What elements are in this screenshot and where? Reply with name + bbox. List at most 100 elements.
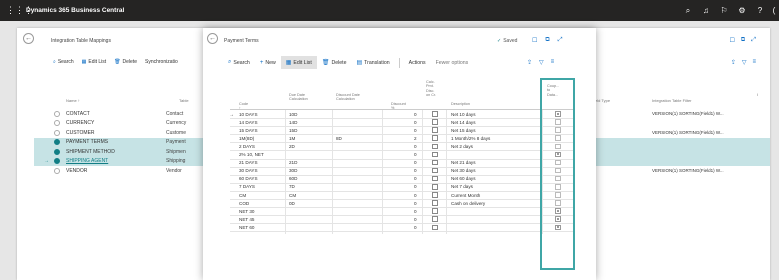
code-cell[interactable]: CM: [239, 193, 246, 198]
description-cell[interactable]: Net 30 days: [451, 168, 476, 173]
description-cell[interactable]: Net 60 days: [451, 176, 476, 181]
table-row[interactable]: COD 0D Cash on delivery 0: [230, 199, 575, 209]
expand-icon[interactable]: ⤢: [751, 37, 756, 44]
discount-pct-cell[interactable]: 0: [414, 184, 417, 189]
code-cell[interactable]: 14 DAYS: [239, 120, 258, 125]
bg-delete-button[interactable]: 🗑 Delete: [114, 59, 137, 65]
table-row[interactable]: NET 60 0: [230, 223, 575, 233]
calc-pmt-disc-checkbox[interactable]: [432, 143, 438, 150]
due-date-cell[interactable]: 2D: [289, 144, 295, 149]
code-cell[interactable]: 21 DAYS: [239, 160, 258, 165]
code-cell[interactable]: 10 DAYS: [239, 112, 258, 117]
discount-pct-cell[interactable]: 2: [414, 136, 417, 141]
share-icon[interactable]: ⇪: [731, 59, 736, 66]
delete-button[interactable]: 🗑 Delete: [317, 56, 352, 69]
help-icon[interactable]: ?: [751, 6, 769, 15]
discount-pct-cell[interactable]: 0: [414, 160, 417, 165]
discount-pct-cell[interactable]: 0: [414, 168, 417, 173]
col-table-header[interactable]: Table: [179, 98, 189, 103]
discount-pct-cell[interactable]: 0: [414, 193, 417, 198]
app-launcher-icon[interactable]: ⋮⋮⋮: [6, 5, 33, 16]
calc-pmt-disc-checkbox[interactable]: [432, 111, 438, 117]
due-date-cell[interactable]: 0D: [289, 201, 295, 206]
col-discount-date-header[interactable]: Discount Date Calculation: [336, 93, 360, 102]
list-item[interactable]: VENDOR Vendor: [34, 166, 219, 176]
discount-pct-cell[interactable]: 0: [414, 112, 417, 117]
calc-pmt-disc-checkbox[interactable]: [432, 167, 438, 174]
open-new-window-icon[interactable]: ⧉: [741, 37, 745, 44]
col-name-header[interactable]: Name ↑: [66, 98, 80, 103]
col-calc-pmt-disc-header[interactable]: Calc. Pmt. Disc. on Cr.: [426, 80, 436, 98]
list-item[interactable]: CUSTOMER Custome: [34, 128, 219, 138]
code-cell[interactable]: 60 DAYS: [239, 176, 258, 181]
table-row[interactable]: 30 DAYS 30D Net 30 days 0: [230, 167, 575, 176]
discount-date-cell[interactable]: 8D: [336, 136, 342, 141]
code-cell[interactable]: NET 30: [239, 209, 255, 214]
code-cell[interactable]: 7 DAYS: [239, 184, 255, 189]
code-cell[interactable]: COD: [239, 201, 249, 206]
discount-pct-cell[interactable]: 0: [414, 144, 417, 149]
col-description-header[interactable]: Description: [451, 102, 470, 106]
list-view-icon[interactable]: ≡: [752, 59, 756, 66]
table-row[interactable]: NET 30 0: [230, 207, 575, 217]
discount-pct-cell[interactable]: 0: [414, 176, 417, 181]
bg-search-button[interactable]: ⌕ Search: [53, 59, 74, 65]
table-row[interactable]: 2 DAYS 2D Net 2 days 0: [230, 142, 575, 152]
list-view-icon[interactable]: ≡: [551, 59, 555, 66]
discount-pct-cell[interactable]: 0: [414, 225, 417, 230]
calc-pmt-disc-checkbox[interactable]: [432, 127, 438, 133]
due-date-cell[interactable]: 14D: [289, 120, 297, 125]
description-cell[interactable]: Net 21 days: [451, 160, 476, 165]
bg-edit-list-button[interactable]: ▦ Edit List: [82, 59, 107, 65]
list-item[interactable]: CURRENCY Currency: [34, 119, 219, 129]
table-row[interactable]: CM CM Current Month 0: [230, 191, 575, 200]
due-date-cell[interactable]: 1M: [289, 136, 295, 141]
col-due-date-header[interactable]: Due Date Calculation: [289, 93, 308, 102]
calc-pmt-disc-checkbox[interactable]: [432, 224, 438, 231]
code-cell[interactable]: 15 DAYS: [239, 128, 258, 133]
description-cell[interactable]: Cash on delivery: [451, 201, 485, 206]
flag-icon[interactable]: ⚐: [715, 6, 733, 15]
fewer-options-button[interactable]: Fewer options: [431, 60, 474, 66]
search-button[interactable]: ⌕ Search: [223, 56, 255, 69]
calc-pmt-disc-checkbox[interactable]: [432, 200, 438, 206]
calc-pmt-disc-checkbox[interactable]: [432, 119, 438, 125]
code-cell[interactable]: NET 60: [239, 225, 255, 230]
code-cell[interactable]: NET 45: [239, 217, 255, 222]
col-field-type-header[interactable]: eld Type: [595, 98, 610, 103]
code-cell[interactable]: 1M(8D): [239, 136, 254, 141]
list-item[interactable]: → SHIPPING AGENT Shipping: [34, 156, 219, 166]
user-avatar[interactable]: (: [769, 6, 779, 15]
description-cell[interactable]: Net 14 days: [451, 120, 476, 125]
discount-pct-cell[interactable]: 0: [414, 217, 417, 222]
calc-pmt-disc-checkbox[interactable]: [432, 216, 438, 222]
calc-pmt-disc-checkbox[interactable]: [432, 151, 438, 158]
discount-pct-cell[interactable]: 0: [414, 209, 417, 214]
calc-pmt-disc-checkbox[interactable]: [432, 135, 438, 141]
edit-list-button[interactable]: ▦ Edit List: [280, 56, 317, 69]
description-cell[interactable]: Net 10 days: [451, 112, 476, 117]
calc-pmt-disc-checkbox[interactable]: [432, 184, 438, 190]
discount-pct-cell[interactable]: 0: [414, 201, 417, 206]
new-button[interactable]: + New: [255, 56, 281, 69]
gear-icon[interactable]: ⚙: [733, 6, 751, 15]
filter-icon[interactable]: ▽: [539, 59, 544, 66]
actions-menu[interactable]: Actions: [404, 56, 431, 69]
due-date-cell[interactable]: 7D: [289, 184, 295, 189]
table-row[interactable]: 2% 10, NET 0: [230, 151, 575, 160]
table-row[interactable]: 1M(8D) 1M 8D 1 Month/2% 8 days 2: [230, 134, 575, 144]
table-row[interactable]: 7 DAYS 7D Net 7 days 0: [230, 183, 575, 192]
calc-pmt-disc-checkbox[interactable]: [432, 175, 438, 182]
list-item[interactable]: CONTACT Contact: [34, 109, 219, 119]
discount-pct-cell[interactable]: 0: [414, 128, 417, 133]
bg-sync-button[interactable]: Synchronizatio: [145, 59, 178, 65]
col-extra-header[interactable]: I: [757, 92, 758, 97]
calc-pmt-disc-checkbox[interactable]: [432, 159, 438, 166]
description-cell[interactable]: Net 15 days: [451, 128, 476, 133]
table-row[interactable]: 21 DAYS 21D Net 21 days 0: [230, 159, 575, 168]
table-row[interactable]: 14 DAYS 14D Net 14 days 0: [230, 118, 575, 128]
calc-pmt-disc-checkbox[interactable]: [432, 192, 438, 198]
code-cell[interactable]: 2% 10, NET: [239, 152, 264, 157]
bookmark-icon[interactable]: ☐: [730, 37, 735, 44]
due-date-cell[interactable]: CM: [289, 193, 296, 198]
